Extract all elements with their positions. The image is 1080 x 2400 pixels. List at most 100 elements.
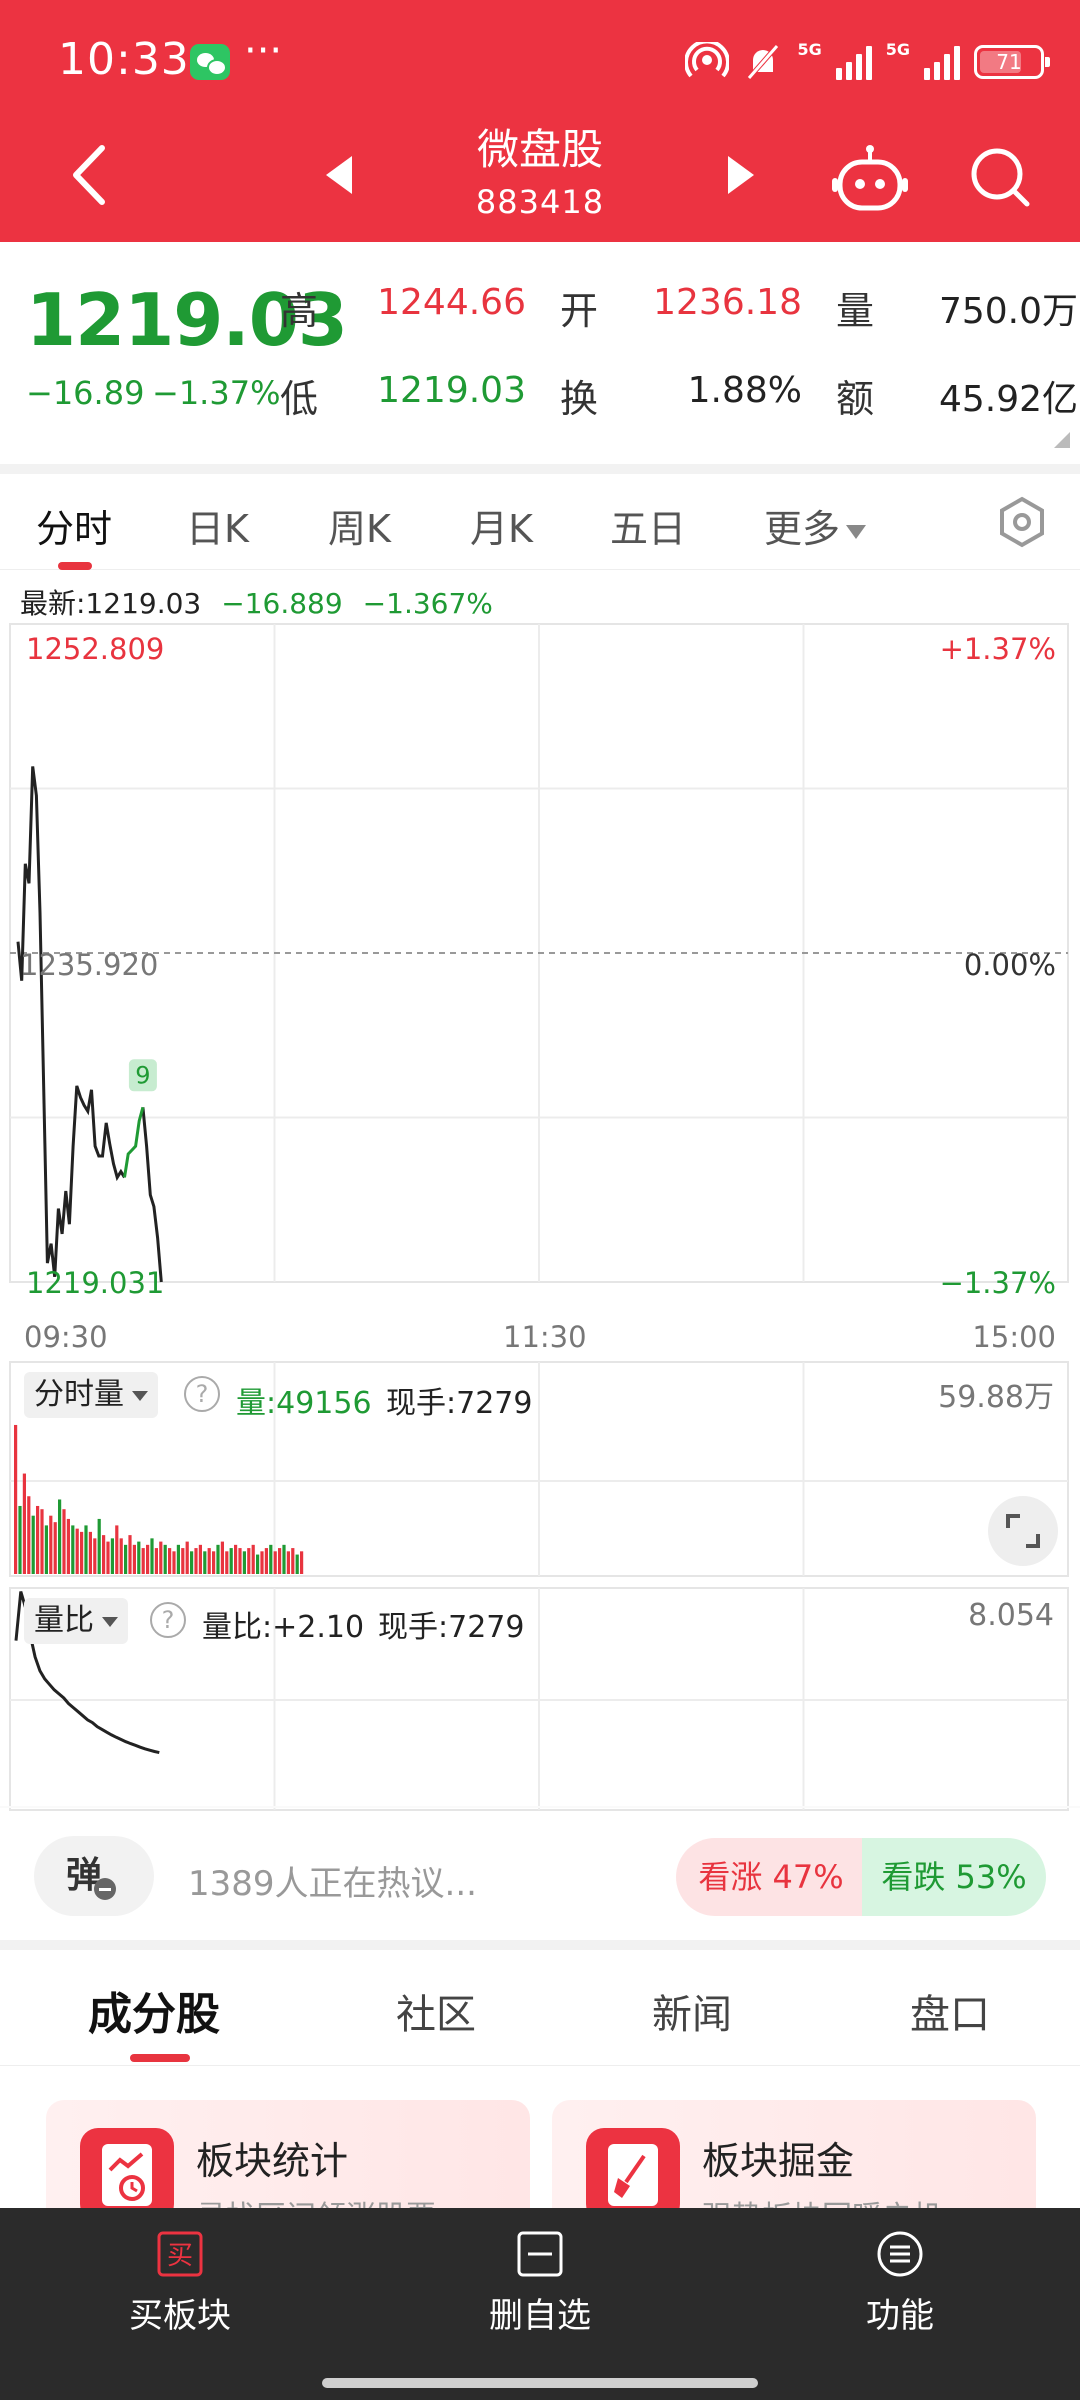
tab-constituents[interactable]: 成分股: [88, 1978, 220, 2042]
bottom-action-bar: 买 买板块 删自选 功能: [0, 2208, 1080, 2400]
volume-bar: [40, 1509, 44, 1574]
volume-bar: [190, 1551, 194, 1574]
volume-bar: [247, 1548, 251, 1574]
tab-day-k[interactable]: 日K: [186, 498, 249, 553]
volume-bar: [66, 1518, 70, 1574]
volume-bar: [18, 1505, 22, 1574]
y-axis-mid: 1235.920: [20, 948, 159, 982]
price-change: −16.89: [26, 374, 145, 412]
volume-bar: [88, 1531, 92, 1574]
volume-bar: [97, 1518, 101, 1574]
hotspot-icon: [685, 42, 730, 78]
volume-hand: 现手:7279: [386, 1386, 533, 1421]
volume-bar: [154, 1548, 158, 1574]
signal-icon-2: [924, 44, 960, 80]
volume-bar: [58, 1499, 62, 1574]
battery-icon: 71: [974, 45, 1050, 79]
volume-now: 量:49156: [236, 1386, 372, 1421]
search-icon[interactable]: [965, 142, 1035, 212]
help-icon[interactable]: ?: [150, 1602, 186, 1638]
tab-five-day[interactable]: 五日: [610, 498, 686, 553]
volume-bar: [159, 1541, 163, 1574]
ratio-hand: 现手:7279: [378, 1610, 525, 1645]
volume-bar: [84, 1525, 88, 1574]
vote-bearish-button[interactable]: 看跌 53%: [862, 1838, 1046, 1916]
ratio-indicator-label: 量比: [34, 1603, 94, 1638]
high-label: 高: [280, 289, 319, 333]
volume-bars: [14, 1424, 304, 1574]
low-value: 1219.03: [377, 370, 526, 411]
functions-button[interactable]: 功能: [780, 2230, 1020, 2337]
volume-indicator-dropdown[interactable]: 分时量: [24, 1372, 158, 1418]
remove-watchlist-button[interactable]: 删自选: [420, 2230, 660, 2337]
volume-value: 750.0万: [938, 291, 1078, 332]
pct-axis-top: +1.37%: [939, 632, 1056, 666]
tab-community[interactable]: 社区: [396, 1982, 476, 2040]
stock-code: 883418: [475, 183, 605, 221]
back-button[interactable]: [60, 140, 120, 210]
danmu-toggle-button[interactable]: 弹: [34, 1836, 154, 1916]
fullscreen-button[interactable]: [988, 1496, 1058, 1566]
tab-week-k[interactable]: 周K: [328, 498, 391, 553]
buy-icon: 买: [156, 2230, 204, 2278]
ratio-now: 量比:+2.10: [202, 1610, 365, 1645]
ratio-indicator-dropdown[interactable]: 量比: [24, 1598, 128, 1644]
header: 10:33 ··· 5G 5G 71 微盘股 883418: [0, 0, 1080, 242]
minus-icon: [94, 1878, 116, 1900]
buy-icon-char: 买: [167, 2241, 193, 2271]
tab-intraday[interactable]: 分时: [36, 498, 112, 553]
nav-bar: 微盘股 883418: [0, 110, 1080, 242]
vote-bullish-button[interactable]: 看涨 47%: [676, 1838, 866, 1916]
settings-hexagon-icon[interactable]: [996, 496, 1048, 548]
buy-sector-label: 买板块: [129, 2296, 231, 2336]
remove-icon-shape: [517, 2231, 563, 2277]
remove-watchlist-label: 删自选: [489, 2296, 591, 2336]
volume-bar: [128, 1535, 132, 1574]
volume-bar: [286, 1551, 290, 1574]
more-notifications-icon: ···: [244, 28, 283, 74]
volume-bar: [234, 1544, 238, 1574]
home-indicator[interactable]: [322, 2378, 758, 2388]
expand-quote-corner[interactable]: [1054, 432, 1070, 448]
next-stock-button[interactable]: [720, 150, 760, 200]
expand-icon: [1006, 1514, 1040, 1548]
volume-bar: [203, 1551, 207, 1574]
menu-icon-shape: [877, 2231, 923, 2277]
mute-bell-icon: [747, 44, 780, 80]
discussion-count[interactable]: 1389人正在热议...: [188, 1856, 477, 1905]
volume-bar: [295, 1554, 299, 1574]
intraday-chart[interactable]: 最新:1219.03 −16.889 −1.367% 9 1252.809 1235…: [0, 572, 1080, 1812]
status-time: 10:33: [58, 34, 190, 85]
volume-bar: [251, 1544, 255, 1574]
volume-bar: [207, 1548, 211, 1574]
tab-news[interactable]: 新闻: [652, 1982, 732, 2040]
volume-bar: [176, 1544, 180, 1574]
tab-more[interactable]: 更多: [764, 498, 867, 553]
high-value: 1244.66: [377, 282, 526, 323]
y-axis-bottom: 1219.031: [26, 1266, 165, 1300]
volume-bar: [124, 1544, 128, 1574]
volume-bar: [14, 1424, 18, 1574]
volume-bar: [22, 1473, 26, 1574]
volume-bar: [216, 1544, 220, 1574]
tab-order-book[interactable]: 盘口: [910, 1982, 990, 2040]
tab-month-k[interactable]: 月K: [470, 498, 533, 553]
shovel-icon: [614, 2154, 646, 2198]
volume-bar: [220, 1541, 224, 1574]
volume-bar: [102, 1535, 106, 1574]
volume-label: 量: [836, 289, 875, 333]
prev-stock-button[interactable]: [320, 150, 360, 200]
open-value: 1236.18: [653, 282, 802, 323]
amount-value: 45.92亿: [938, 379, 1078, 420]
volume-bar: [75, 1528, 79, 1574]
buy-sector-button[interactable]: 买 买板块: [60, 2230, 300, 2337]
battery-text: 71: [996, 50, 1022, 74]
help-icon[interactable]: ?: [184, 1376, 220, 1412]
price-change-pct: −1.37%: [152, 374, 281, 412]
volume-bar: [150, 1538, 154, 1574]
turnover-value: 1.88%: [687, 370, 802, 411]
turnover-label: 换: [560, 377, 599, 421]
volume-bar: [194, 1548, 198, 1574]
volume-bar: [36, 1505, 40, 1574]
robot-assistant-icon[interactable]: [830, 140, 910, 220]
